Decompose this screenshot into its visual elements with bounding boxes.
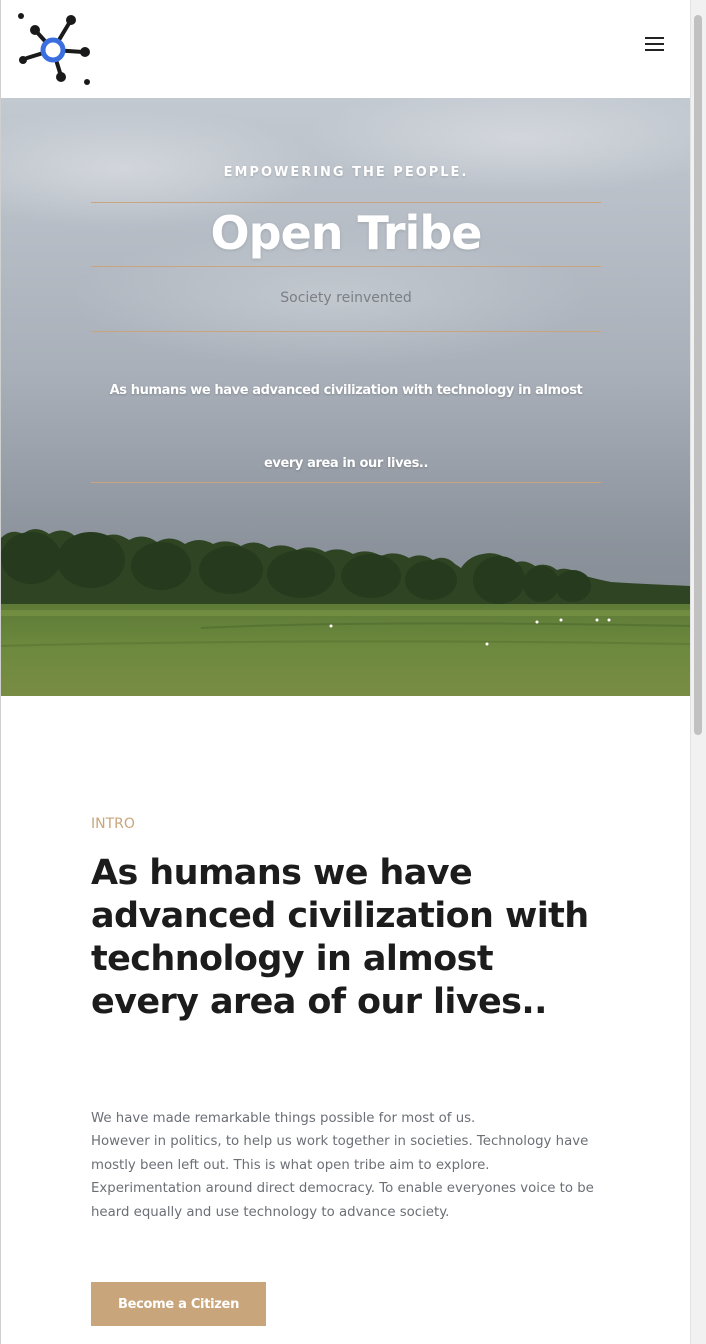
hero-eyebrow: EMPOWERING THE PEOPLE. [223,165,469,180]
scrollbar-thumb[interactable] [694,15,702,735]
hero-divider [91,202,601,203]
intro-paragraph: We have made remarkable things possible … [91,1111,476,1126]
hero-subtitle: Society reinvented [280,290,412,306]
hero-divider [91,482,601,483]
page-viewport: EMPOWERING THE PEOPLE. Open Tribe Societ… [0,0,690,1344]
hamburger-menu-icon[interactable] [641,32,669,56]
page-scrollbar[interactable] [690,0,706,1344]
hero-lead-text: As humans we have advanced civilization … [109,383,583,471]
intro-label: INTRO [91,816,135,832]
hero-divider [91,331,601,332]
hero-divider [91,266,601,267]
hero-title: Open Tribe [210,206,483,260]
hero-section: EMPOWERING THE PEOPLE. Open Tribe Societ… [1,98,690,696]
become-citizen-button[interactable]: Become a Citizen [91,1282,266,1326]
intro-heading: As humans we have advanced civilization … [91,853,589,1022]
network-nodes-logo-icon[interactable] [15,12,91,88]
intro-paragraph: Experimentation around direct democracy.… [91,1181,594,1220]
intro-body: We have made remarkable things possible … [91,1107,601,1224]
intro-paragraph: However in politics, to help us work tog… [91,1134,589,1173]
site-header [1,0,690,98]
